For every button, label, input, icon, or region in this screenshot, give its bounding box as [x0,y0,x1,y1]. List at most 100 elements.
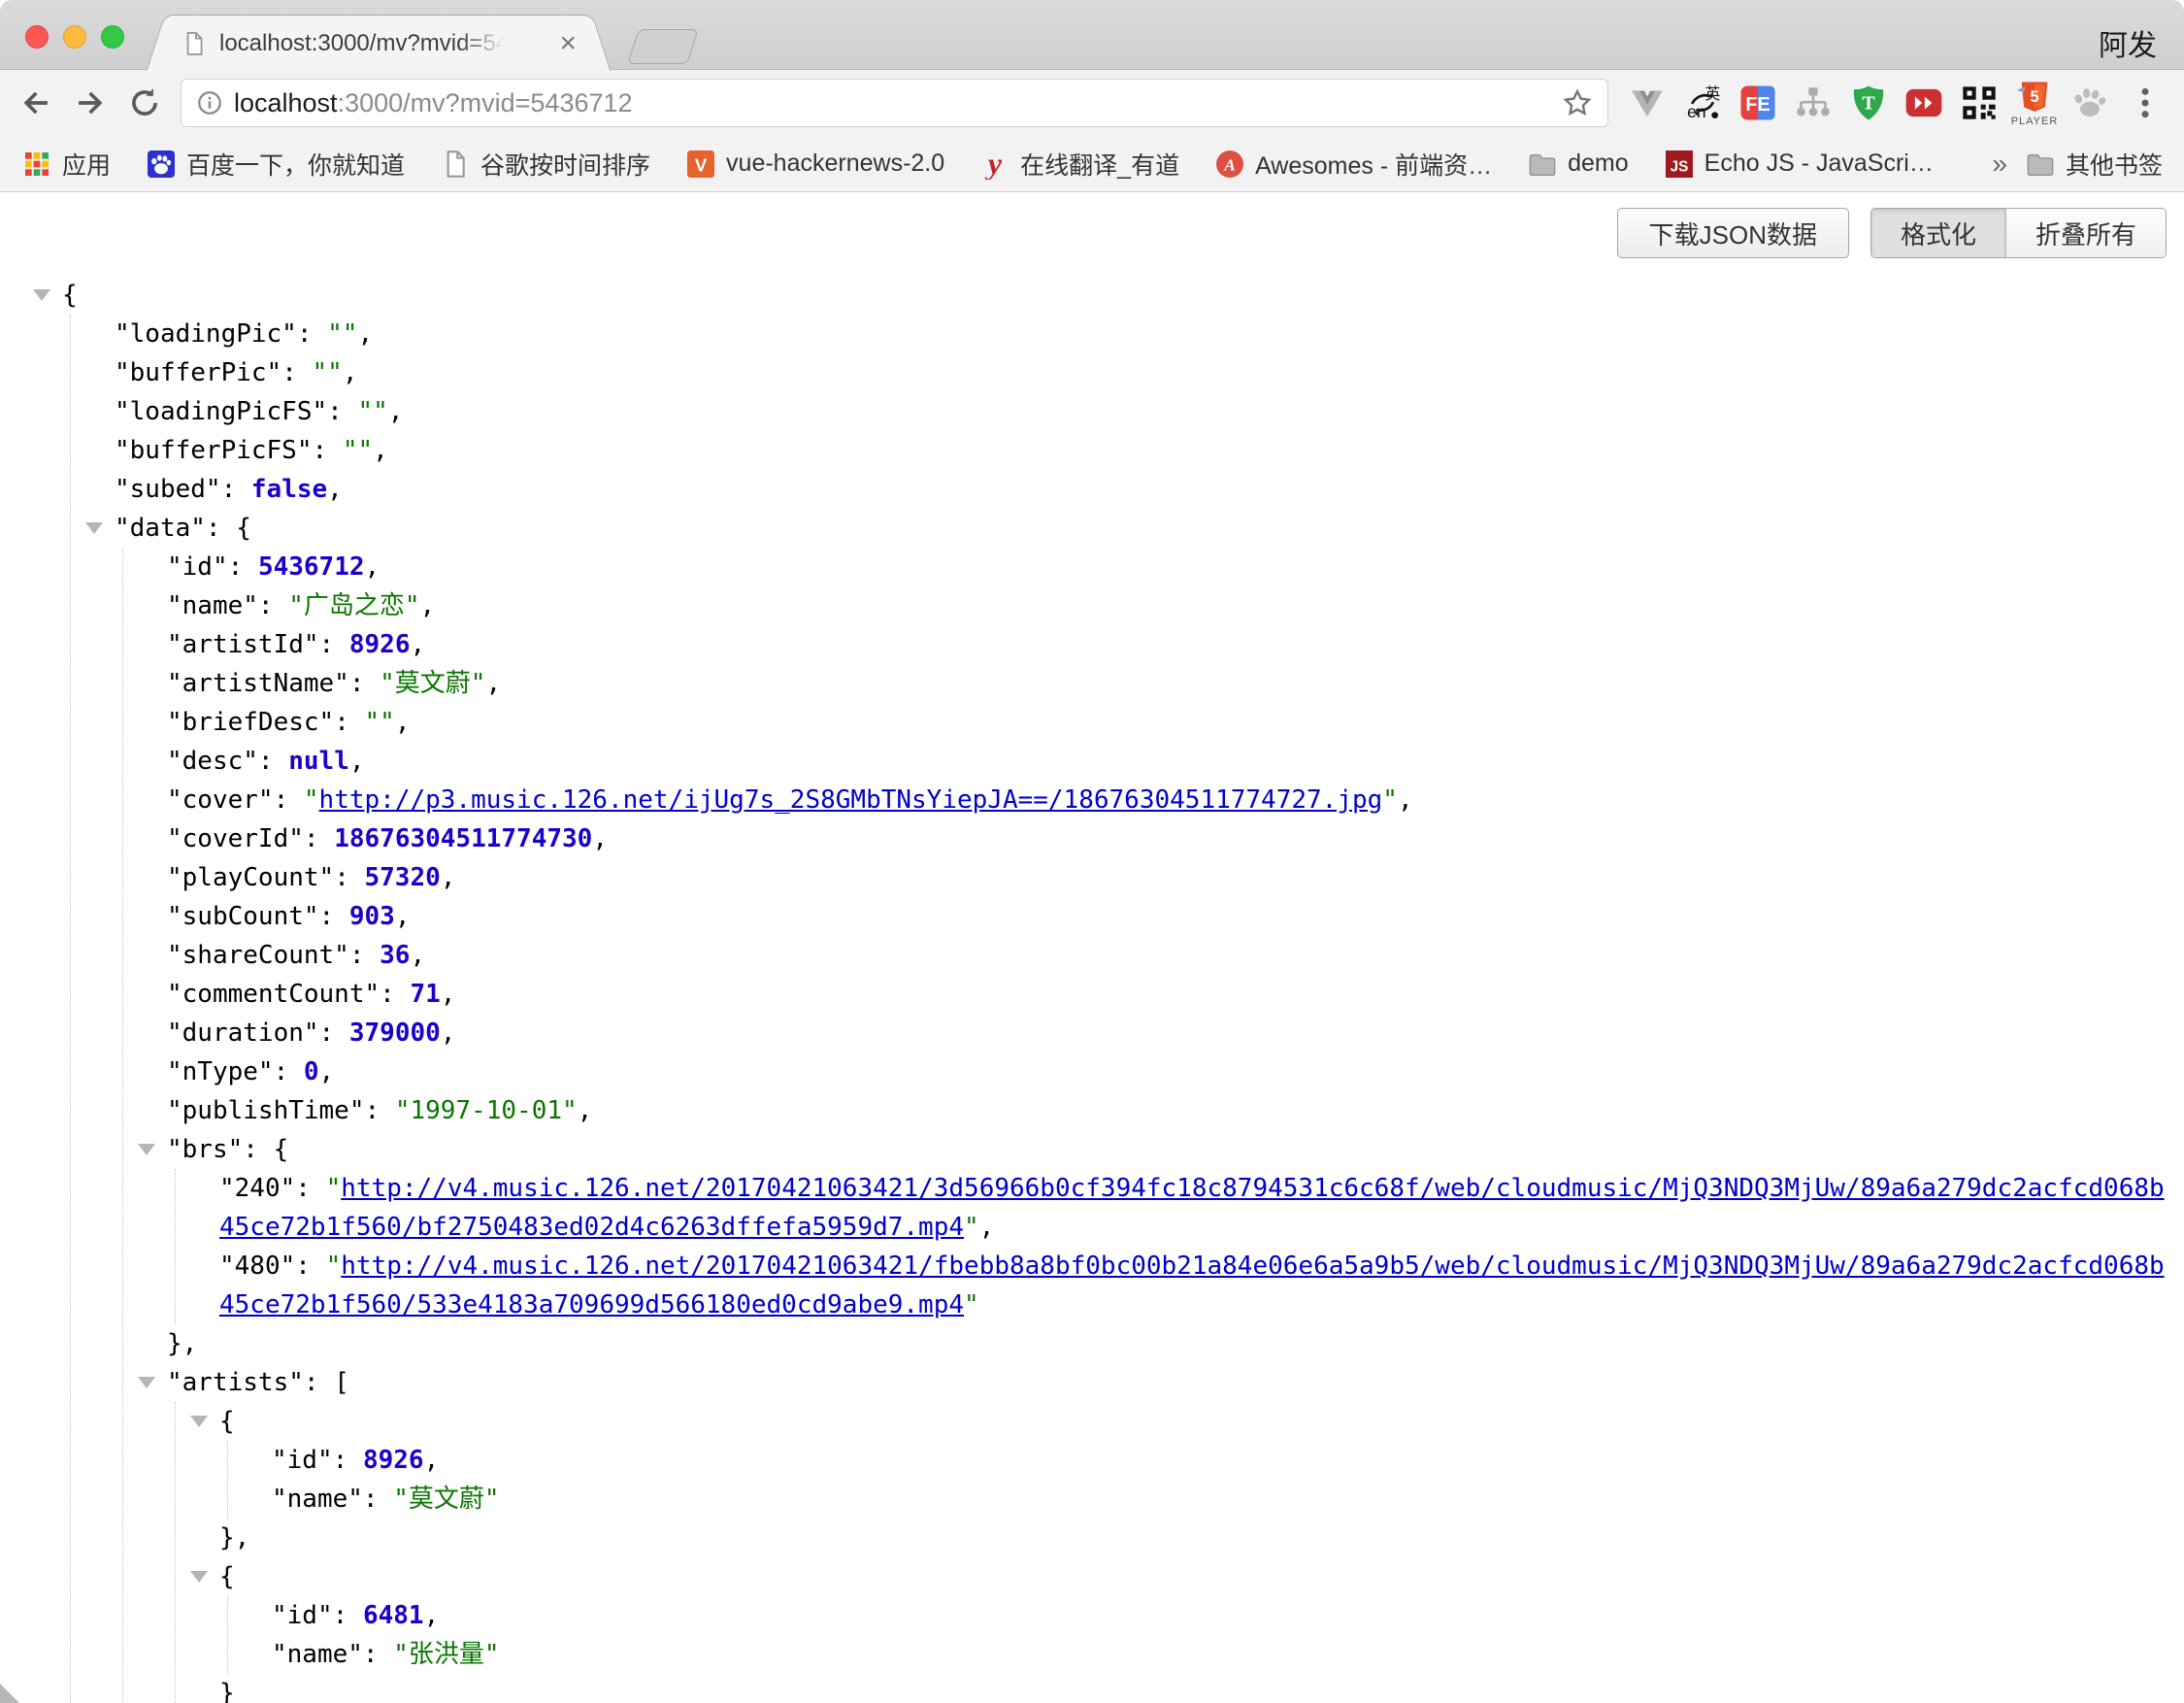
collapse-toggle-icon[interactable] [190,1416,208,1427]
json-children: "id": 5436712,"name": "广岛之恋","artistId":… [122,548,2172,1703]
bookmark-item[interactable]: Vvue-hackernews-2.0 [685,149,944,180]
json-link[interactable]: http://v4.music.126.net/20170421063421/f… [219,1252,2165,1319]
collapse-toggle-icon[interactable] [85,522,103,534]
collapse-toggle-icon[interactable] [138,1377,155,1388]
bookmark-item[interactable]: demo [1527,149,1629,180]
json-punct: : [334,708,364,737]
json-line: "coverId": 18676304511774730, [167,819,2172,858]
json-punct: { [219,1562,235,1591]
youdao-translate-icon[interactable]: en英 [1681,78,1724,128]
json-line: }, [219,1519,2172,1557]
json-node: "name": "广岛之恋", [167,586,2172,625]
other-bookmarks-button[interactable]: 其他书签 [2025,147,2163,182]
collapse-toggle-icon[interactable] [190,1571,208,1583]
json-node: "brs": {"240": "http://v4.music.126.net/… [167,1130,2172,1363]
new-tab-button[interactable] [627,29,699,64]
tab-close-icon[interactable]: × [559,29,577,58]
json-node: "playCount": 57320, [167,858,2172,897]
html5-player-icon[interactable]: 5PLAYER [2013,78,2056,128]
profile-name[interactable]: 阿发 [2099,21,2157,64]
back-button[interactable] [17,84,54,121]
bookmark-item[interactable]: AAwesomes - 前端资… [1214,147,1492,182]
json-punct: , [441,1018,456,1048]
json-value: 8926 [363,1446,424,1475]
json-punct: , [395,708,411,737]
json-value: "" [327,319,357,349]
json-punct: , [410,630,425,659]
json-punct: , [388,397,404,426]
vue-devtools-icon[interactable] [1626,78,1669,128]
json-punct: , [424,1446,440,1475]
json-key: "artists" [167,1368,304,1397]
reload-button[interactable] [126,84,163,121]
bookmark-item[interactable]: JSEcho JS - JavaScri… [1664,149,1934,180]
paw-icon[interactable] [2068,78,2111,128]
json-punct: : [243,1135,273,1164]
bookmark-item[interactable]: 应用 [21,147,111,182]
json-key: "subCount" [167,902,319,931]
zoom-window-button[interactable] [101,25,124,49]
json-quote: " [326,1252,342,1281]
json-punct: : [313,436,343,465]
fast-forward-icon[interactable] [1903,78,1945,128]
json-value: 36 [380,941,410,970]
json-node: "240": "http://v4.music.126.net/20170421… [219,1169,2172,1247]
browser-tab[interactable]: localhost:3000/mv?mvid=5436712 × [171,15,586,71]
overflow-menu-icon[interactable] [2124,78,2167,128]
json-value: "莫文蔚" [393,1485,499,1514]
bookmark-item[interactable]: y在线翻译_有道 [979,147,1179,182]
json-punct: { [236,514,251,543]
json-punct: : [258,591,288,620]
json-node: "cover": "http://p3.music.126.net/ijUg7s… [167,781,2172,819]
json-key: "artistId" [167,630,319,659]
json-line: "bufferPic": "", [115,353,2172,392]
download-json-button[interactable]: 下载JSON数据 [1617,208,1849,258]
json-punct: { [274,1135,289,1164]
overflow-menu-icon [2126,83,2165,122]
bookmark-label: 谷歌按时间排序 [480,147,650,182]
sitemap-icon[interactable] [1792,78,1835,128]
svg-text:y: y [984,149,1003,180]
bookmark-item[interactable]: 百度一下，你就知道 [146,147,405,182]
bookmark-item[interactable]: 谷歌按时间排序 [440,147,650,182]
json-link[interactable]: http://v4.music.126.net/20170421063421/3… [219,1174,2165,1242]
collapse-toggle-icon[interactable] [138,1144,155,1155]
json-line: "data": { [115,509,2172,548]
json-node: {"loadingPic": "","bufferPic": "","loadi… [62,276,2172,1703]
toolbar: localhost:3000/mv?mvid=5436712 en英 FE T 5PL… [0,70,2184,136]
collapse-all-button[interactable]: 折叠所有 [2005,209,2166,257]
json-node: {"id": 8926,"name": "莫文蔚"}, [219,1402,2172,1557]
json-punct: : [304,1368,334,1397]
json-node: {"id": 6481,"name": "张洪量"} [219,1557,2172,1703]
bookmark-star-button[interactable] [1561,86,1594,119]
json-link[interactable]: http://p3.music.126.net/ijUg7s_2S8GMbTNs… [319,785,1383,815]
bookmark-label: 应用 [62,147,111,182]
json-node: "loadingPicFS": "", [115,392,2172,431]
bookmark-label: demo [1568,150,1629,178]
json-node: "bufferPicFS": "", [115,431,2172,470]
json-punct: , [357,319,373,349]
json-key: "duration" [167,1018,319,1048]
json-line: }, [167,1324,2172,1363]
json-node: "subed": false, [115,470,2172,509]
collapse-toggle-icon[interactable] [33,289,50,301]
minimize-window-button[interactable] [63,25,86,49]
json-key: "480" [219,1252,295,1281]
svg-text:JS: JS [1670,158,1688,175]
url-text[interactable]: localhost:3000/mv?mvid=5436712 [234,88,1551,118]
address-bar[interactable]: localhost:3000/mv?mvid=5436712 [181,79,1608,127]
page-info-icon[interactable] [195,88,224,117]
fe-icon[interactable]: FE [1737,78,1779,128]
forward-button[interactable] [72,84,109,121]
json-punct: : [319,630,349,659]
json-node: "coverId": 18676304511774730, [167,819,2172,858]
json-line: "desc": null, [167,742,2172,781]
format-button[interactable]: 格式化 [1871,209,2005,257]
json-punct: : [319,1018,349,1048]
json-punct: }, [167,1329,197,1358]
qr-code-icon[interactable] [1958,78,2001,128]
bookmarks-overflow-chevron[interactable]: » [1992,149,2007,180]
close-window-button[interactable] [25,25,49,49]
json-value: "广岛之恋" [288,591,419,620]
shield-t-icon[interactable]: T [1847,78,1890,128]
